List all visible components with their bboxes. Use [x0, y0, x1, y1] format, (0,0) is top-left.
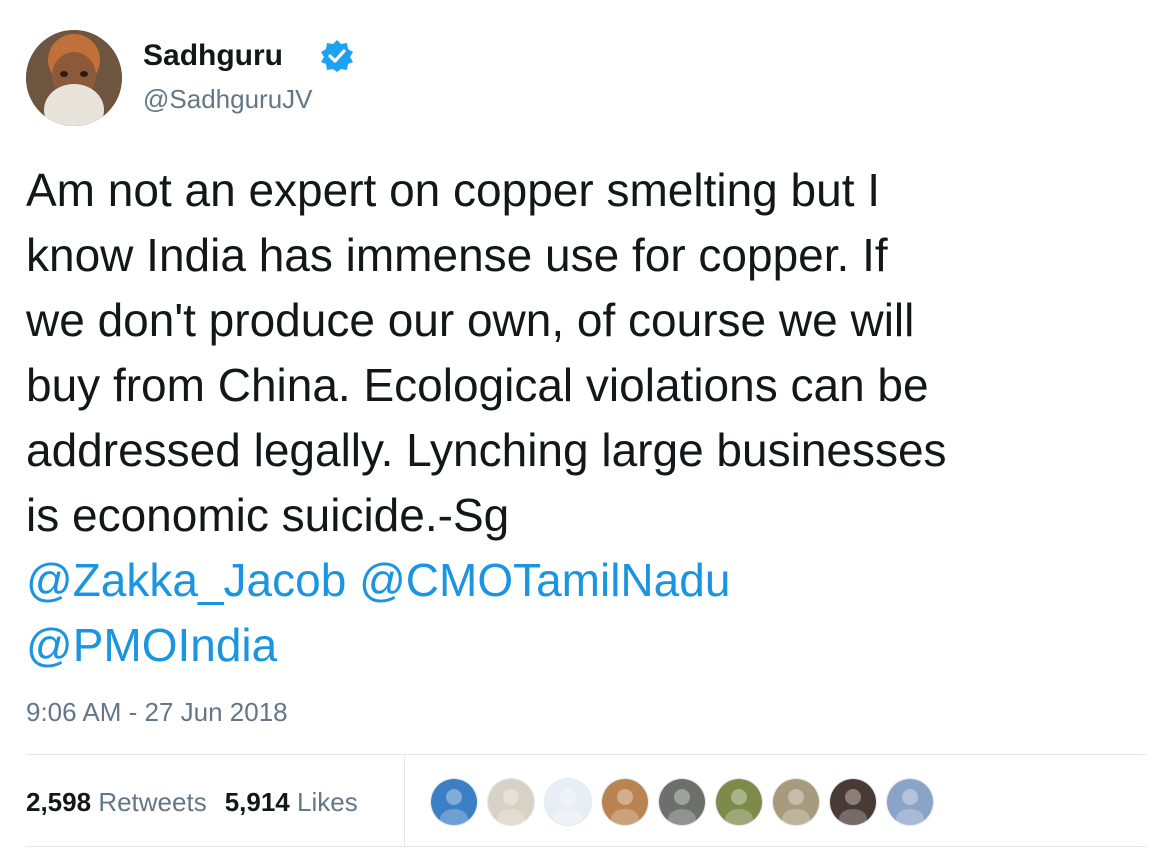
tweet-text-line: addressed legally. Lynching large busine…	[26, 424, 947, 476]
divider	[26, 846, 1146, 847]
stats-separator	[404, 756, 405, 846]
tweet-text: Am not an expert on copper smelting but …	[26, 158, 1146, 678]
tweet-text-line: buy from China. Ecological violations ca…	[26, 359, 929, 411]
mention-link-pmo-india[interactable]: @PMOIndia	[26, 619, 277, 671]
author-handle[interactable]: @SadhguruJV	[143, 83, 313, 115]
user-avatar-icon[interactable]	[658, 778, 706, 826]
note-image-avatar-icon[interactable]	[487, 778, 535, 826]
retweets-stat[interactable]: 2,598 Retweets	[26, 787, 207, 817]
retweets-label: Retweets	[98, 787, 207, 817]
likes-stat[interactable]: 5,914 Likes	[225, 787, 358, 817]
tweet-text-line: know India has immense use for copper. I…	[26, 229, 888, 281]
user-avatar-icon[interactable]	[772, 778, 820, 826]
tiger-logo-avatar-icon[interactable]	[544, 778, 592, 826]
user-avatar-icon[interactable]	[715, 778, 763, 826]
verified-badge-icon	[319, 38, 355, 74]
profile-photo-avatar-icon	[26, 30, 122, 126]
user-avatar-icon[interactable]	[601, 778, 649, 826]
retweets-count: 2,598	[26, 787, 92, 817]
tweet-text-line: is economic suicide.-Sg	[26, 489, 510, 541]
user-avatar-icon[interactable]	[829, 778, 877, 826]
mention-link-zakka-jacob[interactable]: @Zakka_Jacob	[26, 554, 346, 606]
divider	[26, 754, 1146, 755]
user-avatar-icon[interactable]	[886, 778, 934, 826]
user-avatar-icon[interactable]	[430, 778, 478, 826]
mention-link-cmo-tamilnadu[interactable]: @CMOTamilNadu	[359, 554, 730, 606]
tweet-text-line: we don't produce our own, of course we w…	[26, 294, 915, 346]
mentions-line: @Zakka_Jacob @CMOTamilNadu	[26, 548, 1146, 613]
engagement-stats: 2,598 Retweets 5,914 Likes	[26, 786, 358, 818]
author-display-name[interactable]: Sadhguru	[143, 38, 283, 74]
tweet-timestamp[interactable]: 9:06 AM - 27 Jun 2018	[26, 696, 288, 728]
tweet-text-line: Am not an expert on copper smelting but …	[26, 164, 881, 216]
likes-count: 5,914	[224, 787, 290, 817]
mentions-line: @PMOIndia	[26, 613, 1146, 678]
author-avatar[interactable]	[26, 30, 122, 126]
likes-label: Likes	[297, 787, 358, 817]
